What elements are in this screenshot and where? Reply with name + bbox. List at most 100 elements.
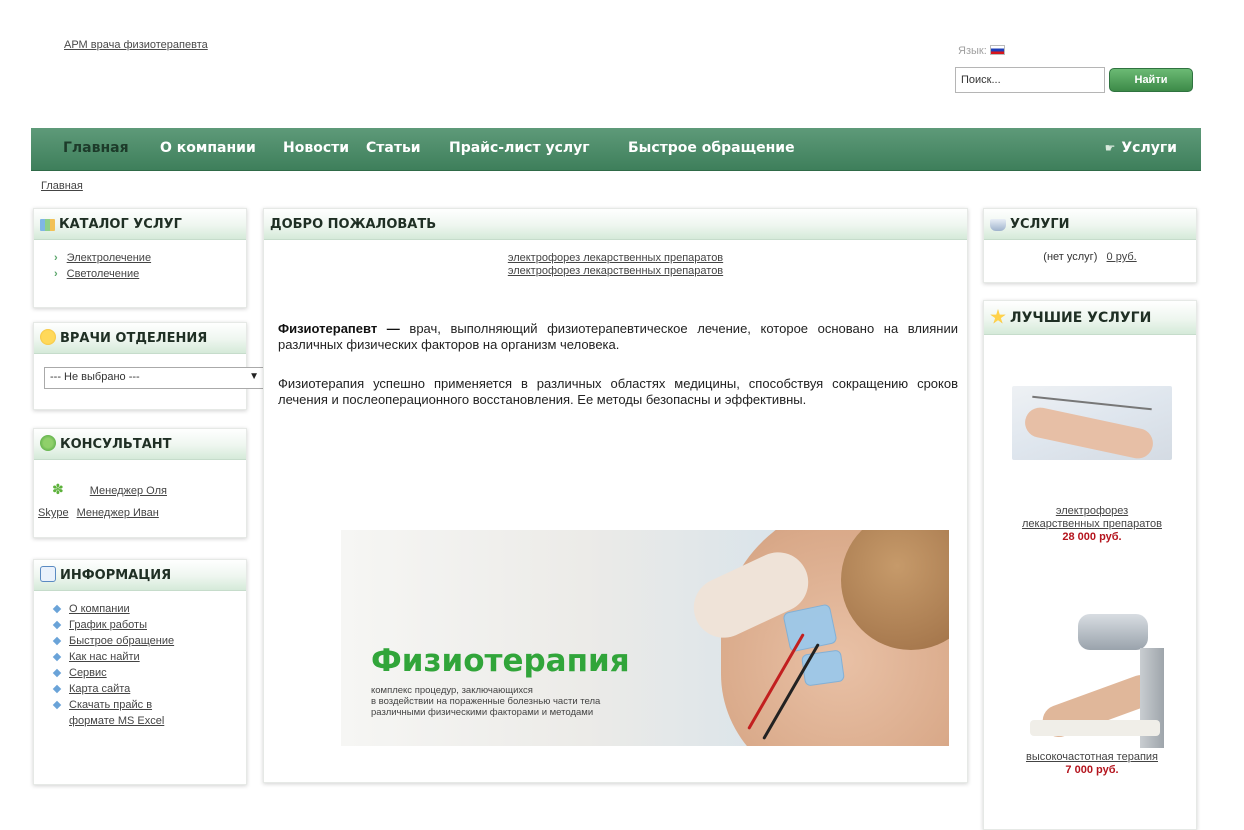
- search-input[interactable]: [955, 67, 1105, 93]
- nav-services[interactable]: ☛ Услуги: [1105, 140, 1177, 156]
- info-link-download-price-cont[interactable]: формате MS Excel: [69, 715, 164, 727]
- best-services-box: ЛУЧШИЕ УСЛУГИ электрофорез лекарственных…: [983, 300, 1197, 830]
- cable-shape: [1032, 395, 1152, 411]
- featured-link-2[interactable]: электрофорез лекарственных препаратов: [508, 265, 723, 277]
- info-link-find-us[interactable]: Как нас найти: [69, 651, 140, 663]
- info-link-download-price[interactable]: Скачать прайс в: [69, 699, 152, 711]
- breadcrumb-home[interactable]: Главная: [41, 180, 83, 192]
- bullet-icon: [52, 604, 62, 614]
- featured-links: электрофорез лекарственных препаратов эл…: [264, 252, 967, 278]
- doctors-title: ВРАЧИ ОТДЕЛЕНИЯ: [60, 331, 208, 346]
- cart-header: УСЛУГИ: [984, 209, 1196, 240]
- language-label: Язык:: [958, 45, 987, 57]
- consultant-box: КОНСУЛЬТАНТ ✽ Менеджер Оля Skype Менеджер …: [33, 428, 247, 538]
- bullet-icon: [52, 652, 62, 662]
- search-button[interactable]: Найти: [1109, 68, 1193, 92]
- nav-home[interactable]: Главная: [63, 140, 129, 156]
- nav-price-list[interactable]: Прайс-лист услуг: [449, 140, 590, 156]
- main-navbar: Главная О компании Новости Статьи Прайс-…: [31, 128, 1201, 171]
- info-item: Сервис: [52, 665, 246, 681]
- consultant-row-ivan: Skype Менеджер Иван: [38, 507, 159, 519]
- info-item: О компании: [52, 601, 246, 617]
- book-icon: [40, 566, 56, 582]
- doctor-select-value: --- Не выбрано ---: [50, 371, 140, 383]
- catalog-icon: [40, 219, 55, 231]
- info-list: О компании График работы Быстрое обращен…: [52, 601, 246, 729]
- physiotherapy-banner: Физиотерапия комплекс процедур, заключаю…: [341, 530, 949, 746]
- cart-summary: (нет услуг) 0 руб.: [984, 251, 1196, 263]
- best-service-price-1: 28 000 руб.: [1062, 531, 1122, 543]
- banner-subtitle-line: комплекс процедур, заключающихся: [371, 685, 533, 696]
- banner-subtitle: комплекс процедур, заключающихся в возде…: [371, 685, 600, 718]
- best-service-price-2: 7 000 руб.: [1065, 764, 1119, 776]
- russian-flag-icon[interactable]: [989, 45, 1005, 55]
- pointing-hand-icon: ☛: [1104, 141, 1116, 155]
- best-service-item-1: электрофорез лекарственных препаратов 28…: [984, 505, 1200, 544]
- info-header: ИНФОРМАЦИЯ: [34, 560, 246, 591]
- site-title-link[interactable]: АРМ врача физиотерапевта: [64, 39, 208, 51]
- catalog-link-light[interactable]: Светолечение: [67, 268, 140, 280]
- consultant-row-olya: ✽ Менеджер Оля: [44, 481, 167, 498]
- catalog-header: КАТАЛОГ УСЛУГ: [34, 209, 246, 240]
- manager-ivan-link[interactable]: Менеджер Иван: [77, 507, 159, 519]
- bullet-icon: [52, 620, 62, 630]
- best-service-item-2: высокочастотная терапия 7 000 руб.: [984, 751, 1200, 777]
- couch-shape: [1030, 720, 1160, 736]
- service-image-electrophoresis[interactable]: [1012, 386, 1172, 460]
- info-link-quick-contact[interactable]: Быстрое обращение: [69, 635, 174, 647]
- info-item: Карта сайта: [52, 681, 246, 697]
- device-shape: [1078, 614, 1148, 650]
- nav-articles[interactable]: Статьи: [366, 140, 421, 156]
- cart-box: УСЛУГИ (нет услуг) 0 руб.: [983, 208, 1197, 283]
- info-link-service[interactable]: Сервис: [69, 667, 107, 679]
- cart-total-link[interactable]: 0 руб.: [1107, 251, 1137, 263]
- bullet-icon: [52, 636, 62, 646]
- star-icon: [990, 309, 1006, 324]
- intro-paragraph-1: Физиотерапевт — врач, выполняющий физиот…: [278, 321, 958, 353]
- info-item: График работы: [52, 617, 246, 633]
- catalog-list: Электролечение Светолечение: [67, 250, 246, 282]
- catalog-item: Электролечение: [67, 250, 246, 266]
- manager-olya-link[interactable]: Менеджер Оля: [90, 485, 167, 497]
- flower-icon: [40, 435, 56, 451]
- electrode-pad: [800, 649, 846, 687]
- best-service-link-2[interactable]: высокочастотная терапия: [1026, 751, 1158, 763]
- banner-title: Физиотерапия: [371, 643, 630, 679]
- doctors-box: ВРАЧИ ОТДЕЛЕНИЯ --- Не выбрано --- ▼: [33, 322, 264, 410]
- language-selector[interactable]: Язык:: [958, 45, 1005, 57]
- consultant-title: КОНСУЛЬТАНТ: [60, 437, 172, 452]
- bullet-icon: [52, 684, 62, 694]
- bullet-icon: [52, 700, 62, 710]
- welcome-title: ДОБРО ПОЖАЛОВАТЬ: [270, 217, 437, 232]
- smiley-icon: [40, 329, 56, 345]
- nav-services-label: Услуги: [1121, 140, 1177, 156]
- best-service-link-1b[interactable]: лекарственных препаратов: [1022, 518, 1162, 530]
- featured-link-1[interactable]: электрофорез лекарственных препаратов: [508, 252, 723, 264]
- nav-quick-contact[interactable]: Быстрое обращение: [628, 140, 795, 156]
- info-link-sitemap[interactable]: Карта сайта: [69, 683, 130, 695]
- intro-term: Физиотерапевт —: [278, 321, 400, 336]
- cart-empty-text: (нет услуг): [1043, 251, 1098, 263]
- info-box: ИНФОРМАЦИЯ О компании График работы Быст…: [33, 559, 247, 785]
- service-image-hf-therapy[interactable]: [1020, 608, 1170, 758]
- catalog-box: КАТАЛОГ УСЛУГ Электролечение Светолечени…: [33, 208, 247, 308]
- info-link-about[interactable]: О компании: [69, 603, 130, 615]
- bullet-icon: [52, 668, 62, 678]
- info-item: Быстрое обращение: [52, 633, 246, 649]
- catalog-title: КАТАЛОГ УСЛУГ: [59, 217, 182, 232]
- catalog-link-electro[interactable]: Электролечение: [67, 252, 151, 264]
- arm-shape: [1022, 404, 1156, 460]
- best-service-link-1[interactable]: электрофорез: [1056, 505, 1128, 517]
- info-item: Скачать прайс в формате MS Excel: [52, 697, 246, 729]
- best-services-title: ЛУЧШИЕ УСЛУГИ: [1010, 310, 1152, 326]
- doctors-header: ВРАЧИ ОТДЕЛЕНИЯ: [34, 323, 246, 354]
- nav-news[interactable]: Новости: [283, 140, 349, 156]
- welcome-header: ДОБРО ПОЖАЛОВАТЬ: [264, 209, 967, 240]
- skype-link[interactable]: Skype: [38, 507, 69, 519]
- consultant-header: КОНСУЛЬТАНТ: [34, 429, 246, 460]
- info-link-schedule[interactable]: График работы: [69, 619, 147, 631]
- info-title: ИНФОРМАЦИЯ: [60, 568, 172, 583]
- nav-about[interactable]: О компании: [160, 140, 256, 156]
- doctor-select[interactable]: --- Не выбрано --- ▼: [44, 367, 264, 389]
- banner-subtitle-line: в воздействии на пораженные болезнью час…: [371, 696, 601, 707]
